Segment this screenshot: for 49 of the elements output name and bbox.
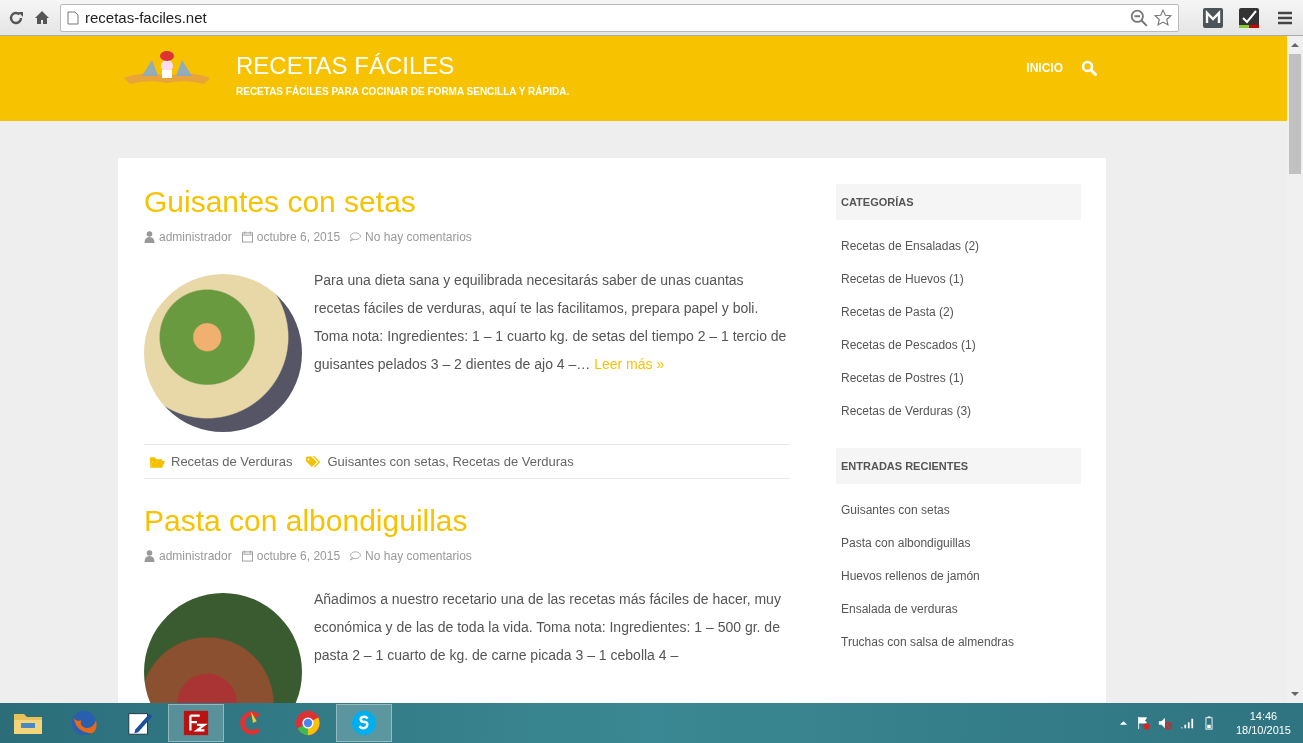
widget-heading: ENTRADAS RECIENTES <box>836 448 1081 484</box>
post-tags[interactable]: Guisantes con setas, Recetas de Verduras <box>327 454 574 469</box>
flag-icon[interactable] <box>1135 716 1150 730</box>
sidebar-link[interactable]: Recetas de Postres (1) <box>836 362 1081 395</box>
sidebar-link[interactable]: Recetas de Verduras (3) <box>836 395 1081 428</box>
zoom-out-icon[interactable] <box>1130 8 1148 27</box>
sidebar-link[interactable]: Ensalada de verduras <box>836 593 1081 626</box>
post-excerpt: Añadimos a nuestro recetario una de las recetas más fáciles de hacer, muy económica y de las de toda la vida. Toma nota: Ingredientes: 1 – 500 gr. de pasta 2 – 1 cuarto de kg. de carne picada 3 – 1 cebolla 4 – <box>314 590 782 665</box>
taskbar-button[interactable] <box>168 704 224 742</box>
sidebar-link[interactable]: Huevos rellenos de jamón <box>836 560 1081 593</box>
widget-heading: CATEGORÍAS <box>836 184 1081 220</box>
clock-date[interactable]: 18/10/2015 <box>1235 723 1291 737</box>
globe-icon <box>69 709 99 737</box>
scrollbar-thumb[interactable] <box>1289 54 1301 174</box>
address-bar[interactable]: recetas-faciles.net <box>60 3 1179 32</box>
checkmark-extension-icon[interactable] <box>1239 7 1259 28</box>
calendar-icon <box>241 550 253 562</box>
scroll-up-icon[interactable] <box>1290 42 1300 48</box>
chat-app-icon <box>349 709 379 737</box>
signal-bars-icon[interactable] <box>1179 716 1194 730</box>
home-icon[interactable] <box>34 9 50 26</box>
folder-icon <box>150 455 165 468</box>
tray-arrow-icon[interactable] <box>1118 720 1128 726</box>
user-icon <box>144 550 155 562</box>
sidebar-link[interactable]: Recetas de Ensaladas (2) <box>836 230 1081 263</box>
star-icon[interactable] <box>1154 8 1172 27</box>
speech-bubble-icon <box>350 550 362 562</box>
browser-icon <box>293 709 323 737</box>
sidebar-link[interactable]: Recetas de Pasta (2) <box>836 296 1081 329</box>
sidebar-link[interactable]: Truchas con salsa de almendras <box>836 626 1081 659</box>
speaker-muted-icon[interactable] <box>1157 716 1172 730</box>
site-tagline: RECETAS FÁCILES PARA COCINAR DE FORMA SENCILLA Y RÁPIDA. <box>236 86 570 97</box>
sidebar-link[interactable]: Recetas de Huevos (1) <box>836 263 1081 296</box>
scroll-down-icon[interactable] <box>1290 691 1300 697</box>
clock-time[interactable]: 14:46 <box>1249 709 1278 723</box>
tags-icon <box>306 455 322 468</box>
reload-icon[interactable] <box>8 9 24 26</box>
speech-bubble-icon <box>350 231 362 243</box>
app-tile-icon <box>181 709 211 737</box>
calendar-icon <box>241 231 253 243</box>
scrollbar[interactable] <box>1287 36 1303 703</box>
extension-icon[interactable] <box>1203 7 1223 28</box>
user-icon <box>144 231 155 243</box>
post-excerpt: Para una dieta sana y equilibrada necesitarás saber de unas cuantas recetas fáciles de verduras, aquí te las facilitamos, prepara papel y boli. Toma nota: Ingredientes: 1 – 1 cuarto kg. de setas del tiempo 2 – 1 tercio de guisantes pelados 3 – 2 dientes de ajo 4 –… Leer más » <box>314 271 788 374</box>
page-icon <box>67 10 79 25</box>
sidebar-link[interactable]: Guisantes con setas <box>836 494 1081 527</box>
sidebar-link[interactable]: Recetas de Pescados (1) <box>836 329 1081 362</box>
category-link[interactable]: Recetas de Verduras <box>171 454 293 469</box>
sidebar-link[interactable]: Pasta con albondiguillas <box>836 527 1081 560</box>
